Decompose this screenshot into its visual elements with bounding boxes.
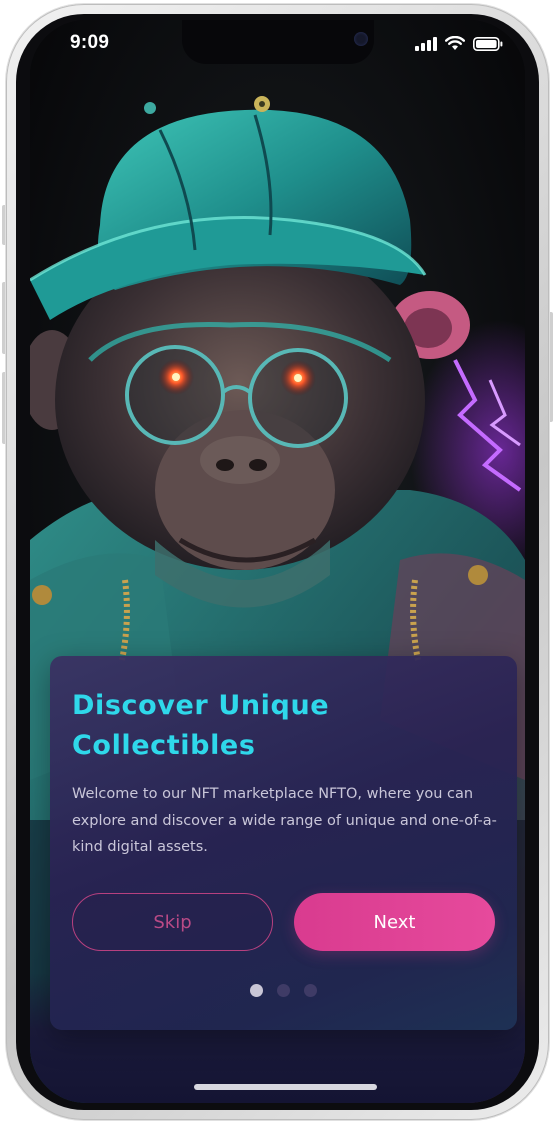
battery-icon [473,37,503,51]
wifi-icon [445,36,465,50]
device-mockup: 9:09 Discover Unique Collectibles Welcom… [0,0,555,1125]
skip-button[interactable]: Skip [72,893,273,951]
status-bar: 9:09 [30,20,525,68]
page-dot-1[interactable] [250,984,263,997]
status-time: 9:09 [70,32,110,53]
camera-notch [182,20,374,64]
onboarding-description: Welcome to our NFT marketplace NFTO, whe… [72,786,497,855]
cellular-signal-icon [415,37,437,51]
page-dot-3[interactable] [304,984,317,997]
page-dot-2[interactable] [277,984,290,997]
app-screen: 9:09 Discover Unique Collectibles Welcom… [30,20,525,1103]
page-indicator [50,984,517,997]
onboarding-title: Discover Unique Collectibles [72,690,330,761]
front-camera [354,32,368,46]
onboarding-card: Discover Unique Collectibles Welcome to … [50,656,517,1030]
status-icons [415,36,503,51]
home-indicator[interactable] [194,1084,377,1090]
next-button[interactable]: Next [294,893,495,951]
